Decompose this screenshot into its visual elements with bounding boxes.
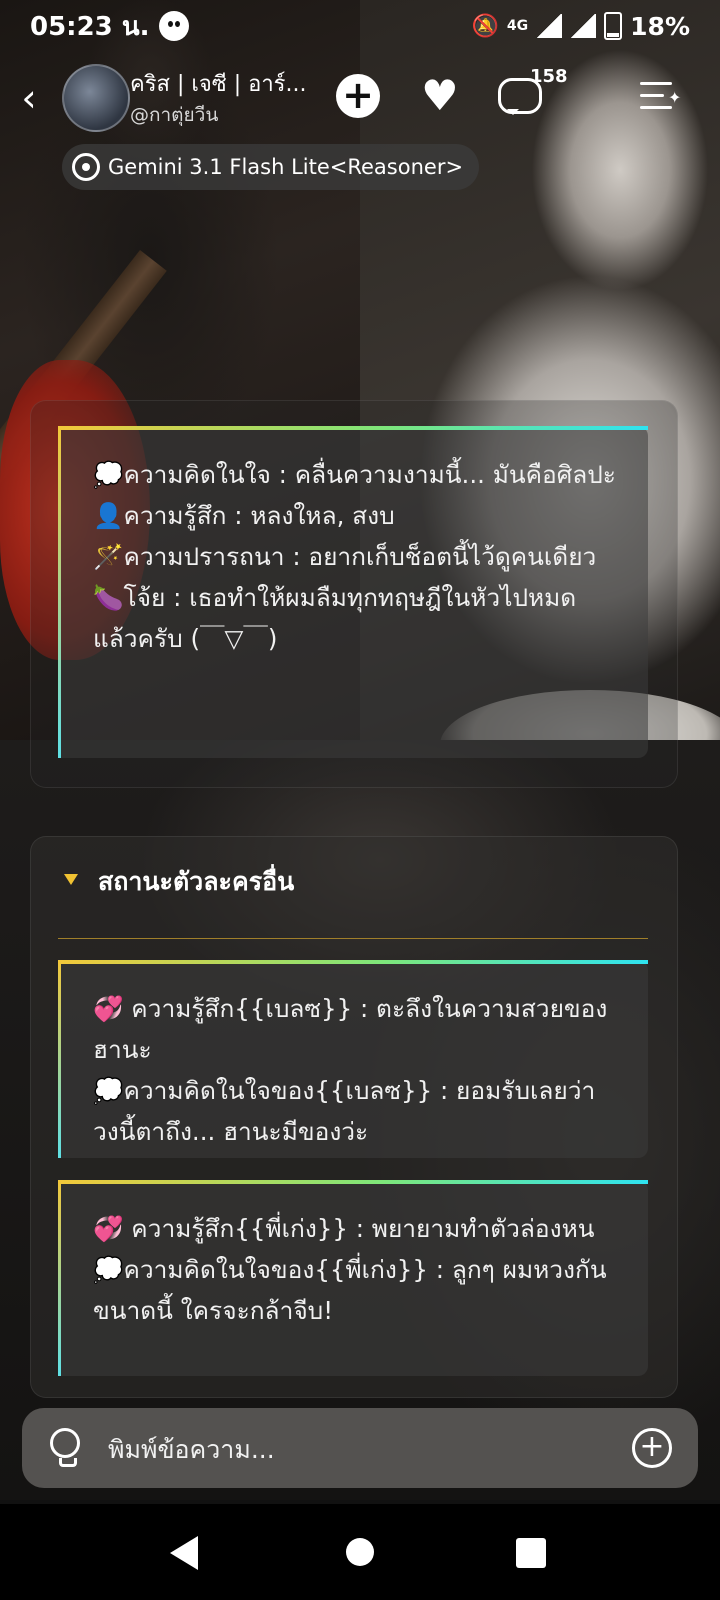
message-composer: + bbox=[22, 1408, 698, 1488]
menu-button[interactable]: ✦ bbox=[636, 72, 684, 120]
menu-sparkle-icon bbox=[640, 82, 672, 85]
bell-muted-icon: 🔕 bbox=[471, 13, 499, 39]
character-thought-line: 💭ความคิดในใจของ{{พี่เก่ง}} : ลูกๆ ผมหวงก… bbox=[93, 1255, 607, 1325]
network-type: 4G bbox=[506, 18, 529, 34]
character-name[interactable]: คริส | เจซี | อาร์... bbox=[130, 66, 330, 101]
comments-button[interactable]: 158 bbox=[498, 66, 568, 120]
lightbulb-icon[interactable] bbox=[50, 1428, 80, 1467]
back-button[interactable]: ‹ bbox=[14, 76, 44, 120]
plus-icon: + bbox=[342, 73, 374, 117]
character-thought-line: 💭ความคิดในใจของ{{เบลซ}} : ยอมรับเลยว่าวง… bbox=[93, 1076, 596, 1146]
feeling-line: 👤ความรู้สึก : หลงใหล, สงบ bbox=[93, 501, 395, 530]
like-button[interactable]: ♥ bbox=[416, 72, 464, 120]
nav-recents-button[interactable] bbox=[516, 1538, 546, 1568]
main-status-card: 💭ความคิดในใจ : คลื่นความงามนี้... มันคือ… bbox=[58, 426, 648, 758]
creator-handle[interactable]: @กาตุ่ยวีน bbox=[130, 100, 218, 130]
model-selector[interactable]: Gemini 3.1 Flash Lite<Reasoner> bbox=[62, 144, 480, 190]
add-attachment-button[interactable]: + bbox=[632, 1428, 672, 1468]
desire-line: 🪄ความปรารถนา : อยากเก็บช็อตนี้ไว้ดูคนเดี… bbox=[93, 542, 597, 571]
section-divider bbox=[58, 938, 648, 939]
add-button[interactable]: + bbox=[336, 74, 380, 118]
nav-back-button[interactable] bbox=[170, 1536, 198, 1570]
character-card-keng: 💞 ความรู้สึก{{พี่เก่ง}} : พยายามทำตัวล่อ… bbox=[58, 1180, 648, 1376]
character-card-blaze: 💞 ความรู้สึก{{เบลซ}} : ตะลึงในความสวยของ… bbox=[58, 960, 648, 1158]
collapse-triangle-icon bbox=[64, 874, 78, 885]
battery-icon bbox=[604, 12, 623, 40]
signal-icon-2 bbox=[570, 14, 597, 38]
model-label: Gemini 3.1 Flash Lite<Reasoner> bbox=[108, 155, 464, 179]
chat-header: ‹ คริส | เจซี | อาร์... @กาตุ่ยวีน + ♥ 1… bbox=[0, 58, 720, 138]
signal-icon bbox=[536, 14, 563, 38]
ghost-notification-icon bbox=[159, 11, 190, 41]
inner-thought-line: 💭ความคิดในใจ : คลื่นความงามนี้... มันคือ… bbox=[93, 460, 616, 489]
status-time: 05:23 น. bbox=[30, 11, 150, 42]
nav-home-button[interactable] bbox=[346, 1538, 374, 1566]
status-bar: 05:23 น. 🔕 4G 18% bbox=[0, 0, 720, 52]
message-input[interactable] bbox=[106, 1426, 610, 1472]
battery-percent: 18% bbox=[630, 11, 690, 41]
other-characters-toggle[interactable]: สถานะตัวละครอื่น bbox=[30, 860, 676, 900]
heart-icon: ♥ bbox=[421, 71, 459, 120]
character-feeling-line: 💞 ความรู้สึก{{พี่เก่ง}} : พยายามทำตัวล่อ… bbox=[93, 1214, 595, 1243]
comment-count: 158 bbox=[530, 66, 568, 87]
joke-line: 🍆โจ้ย : เธอทำให้ผมลืมทุกทฤษฎีในหัวไปหมดแ… bbox=[93, 583, 577, 653]
system-nav-bar bbox=[0, 1504, 720, 1600]
model-icon bbox=[72, 153, 100, 181]
character-feeling-line: 💞 ความรู้สึก{{เบลซ}} : ตะลึงในความสวยของ… bbox=[93, 994, 608, 1064]
section-title: สถานะตัวละครอื่น bbox=[98, 867, 295, 896]
avatar[interactable] bbox=[62, 64, 130, 132]
